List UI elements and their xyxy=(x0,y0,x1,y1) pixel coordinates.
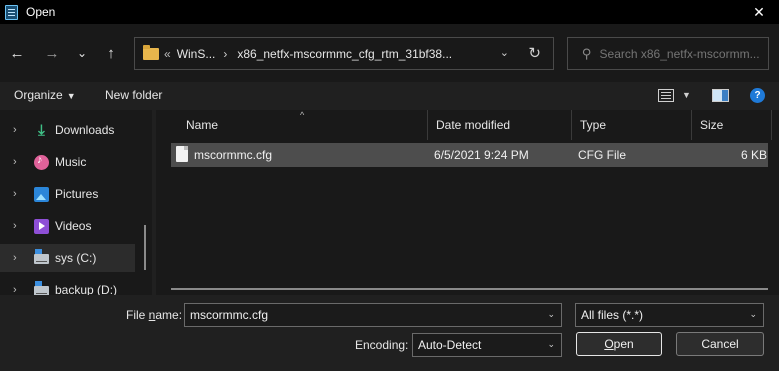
file-date-modified: 6/5/2021 9:24 PM xyxy=(434,148,529,162)
recent-locations-chevron-icon[interactable]: ⌄ xyxy=(70,41,94,65)
sidebar-item-pictures[interactable]: › Pictures xyxy=(0,180,135,208)
filename-dropdown-icon[interactable]: ⌄ xyxy=(547,309,555,320)
navigation-pane: › ⤓ Downloads › Music › Pictures › Video… xyxy=(0,110,152,295)
drive-icon xyxy=(34,281,49,295)
encoding-dropdown-icon[interactable]: ⌄ xyxy=(547,339,555,350)
navigation-bar: ← → ⌄ ↑ « WinS... › x86_netfx-mscormmc_c… xyxy=(0,24,779,82)
notepad-app-icon xyxy=(5,4,18,20)
column-header-type[interactable]: Type xyxy=(572,110,692,140)
filename-label-part: ame: xyxy=(155,308,183,322)
close-icon[interactable]: ✕ xyxy=(739,0,779,24)
breadcrumb-separator-icon[interactable]: › xyxy=(223,47,227,61)
refresh-icon[interactable]: ↻ xyxy=(528,44,541,62)
sidebar-item-label: Music xyxy=(55,155,87,169)
sort-ascending-icon: ^ xyxy=(300,110,305,120)
filename-label: File name: xyxy=(126,308,182,322)
downloads-icon: ⤓ xyxy=(38,121,45,139)
organize-caret-icon: ▼ xyxy=(66,91,76,101)
column-header-label: Name xyxy=(186,118,219,132)
search-box[interactable]: ⚲ xyxy=(567,37,769,70)
sidebar-item-label: Downloads xyxy=(55,123,115,137)
preview-pane-icon[interactable] xyxy=(712,89,729,102)
address-dropdown-icon[interactable]: ⌄ xyxy=(500,46,509,59)
breadcrumb-item[interactable]: x86_netfx-mscormmc_cfg_rtm_31bf38... xyxy=(237,47,452,61)
file-size: 6 KB xyxy=(741,148,768,162)
file-type-filter-value: All files (*.*) xyxy=(581,308,644,322)
address-bar[interactable]: « WinS... › x86_netfx-mscormmc_cfg_rtm_3… xyxy=(134,37,554,70)
file-type-filter-select[interactable]: All files (*.*) ⌄ xyxy=(575,303,764,327)
cancel-button[interactable]: Cancel xyxy=(676,332,764,356)
open-label: pen xyxy=(613,337,634,351)
sidebar-scrollbar[interactable] xyxy=(144,225,146,270)
file-list: Name ^ Date modified Type Size mscormmc.… xyxy=(156,110,779,295)
filter-dropdown-icon[interactable]: ⌄ xyxy=(749,309,757,320)
open-button[interactable]: Open xyxy=(576,332,662,356)
organize-button[interactable]: Organize ▼ xyxy=(14,88,76,102)
column-header-label: Date modified xyxy=(436,118,511,132)
column-header-label: Size xyxy=(700,118,724,132)
organize-label: Organize xyxy=(14,88,63,102)
encoding-select[interactable]: Auto-Detect ⌄ xyxy=(412,333,562,357)
window-title: Open xyxy=(26,5,56,19)
view-options-caret-icon[interactable]: ▼ xyxy=(682,90,691,100)
sidebar-item-label: sys (C:) xyxy=(55,251,97,265)
file-row[interactable]: mscormmc.cfg 6/5/2021 9:24 PM CFG File 6… xyxy=(171,143,768,167)
sidebar-item-label: Pictures xyxy=(55,187,99,201)
expand-chevron-icon[interactable]: › xyxy=(13,284,17,295)
expand-chevron-icon[interactable]: › xyxy=(13,220,17,232)
filename-label-part: File xyxy=(126,308,149,322)
videos-icon xyxy=(34,218,49,234)
sidebar-item-sys-c[interactable]: › sys (C:) xyxy=(0,244,135,272)
sidebar-item-music[interactable]: › Music xyxy=(0,148,135,176)
new-folder-button[interactable]: New folder xyxy=(105,88,162,102)
command-bar: Organize ▼ New folder ▼ ? xyxy=(0,82,779,110)
search-input[interactable] xyxy=(599,46,760,61)
view-options-icon[interactable] xyxy=(658,89,674,102)
file-icon xyxy=(176,146,188,162)
dialog-footer: File name: mscormmc.cfg ⌄ All files (*.*… xyxy=(0,295,779,371)
encoding-label: Encoding: xyxy=(355,338,409,352)
back-arrow-icon[interactable]: ← xyxy=(5,41,29,65)
expand-chevron-icon[interactable]: › xyxy=(13,188,17,200)
title-bar: Open ✕ xyxy=(0,0,779,24)
sidebar-item-videos[interactable]: › Videos xyxy=(0,212,135,240)
file-name: mscormmc.cfg xyxy=(194,148,272,162)
sidebar-item-label: backup (D:) xyxy=(55,283,118,295)
open-mnemonic: O xyxy=(604,337,614,351)
breadcrumb-overflow[interactable]: « xyxy=(164,47,171,61)
encoding-value: Auto-Detect xyxy=(418,338,482,352)
search-icon: ⚲ xyxy=(582,45,592,61)
folder-icon xyxy=(143,44,159,60)
expand-chevron-icon[interactable]: › xyxy=(13,124,17,136)
up-arrow-icon[interactable]: ↑ xyxy=(99,41,123,65)
sidebar-item-backup-d[interactable]: › backup (D:) xyxy=(0,276,135,295)
expand-chevron-icon[interactable]: › xyxy=(13,156,17,168)
horizontal-scrollbar[interactable] xyxy=(171,288,768,290)
forward-arrow-icon[interactable]: → xyxy=(40,41,64,65)
pictures-icon xyxy=(34,186,49,202)
breadcrumb-item[interactable]: WinS... xyxy=(177,47,216,61)
column-header-size[interactable]: Size xyxy=(692,110,772,140)
sidebar-item-label: Videos xyxy=(55,219,92,233)
filename-input[interactable]: mscormmc.cfg xyxy=(190,308,268,322)
file-type: CFG File xyxy=(578,148,626,162)
music-icon xyxy=(34,154,49,170)
expand-chevron-icon[interactable]: › xyxy=(13,252,17,264)
column-header-label: Type xyxy=(580,118,607,132)
sidebar-item-downloads[interactable]: › ⤓ Downloads xyxy=(0,116,135,144)
filename-combobox[interactable]: mscormmc.cfg ⌄ xyxy=(184,303,562,327)
column-header-date-modified[interactable]: Date modified xyxy=(428,110,572,140)
help-icon[interactable]: ? xyxy=(750,88,765,103)
drive-icon xyxy=(34,249,49,264)
